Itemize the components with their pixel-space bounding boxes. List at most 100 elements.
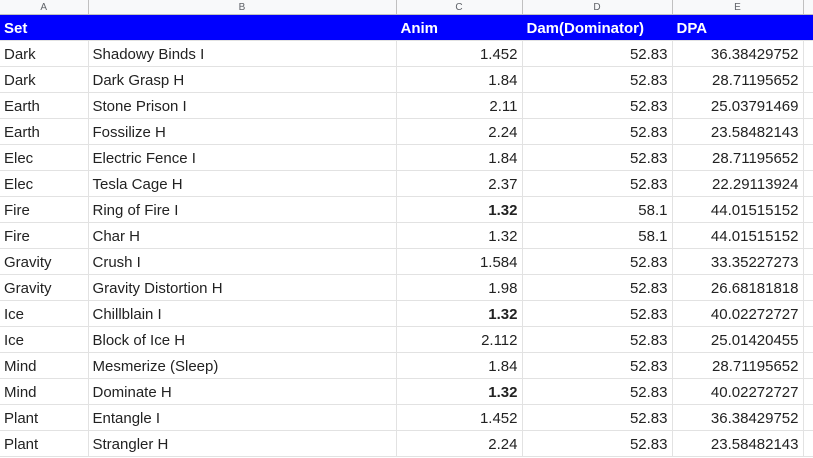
dpa-cell[interactable]: 26.68181818 xyxy=(672,274,804,301)
dpa-cell[interactable]: 36.38429752 xyxy=(672,40,804,67)
anim-cell[interactable]: 2.37 xyxy=(396,170,523,197)
anim-cell[interactable]: 2.24 xyxy=(396,430,523,457)
dpa-cell[interactable]: 28.71195652 xyxy=(672,352,804,379)
spreadsheet-grid: A B C D E Set Anim Dam(Dominator) DPA Da… xyxy=(0,0,813,457)
anim-cell[interactable]: 1.32 xyxy=(396,378,523,405)
header-dpa-cell[interactable]: DPA xyxy=(672,14,804,41)
set-cell[interactable]: Mind xyxy=(0,352,89,379)
set-cell[interactable]: Earth xyxy=(0,118,89,145)
column-header-a[interactable]: A xyxy=(0,0,89,15)
dpa-cell[interactable]: 44.01515152 xyxy=(672,196,804,223)
row-overflow-cell xyxy=(803,274,813,301)
anim-cell[interactable]: 1.98 xyxy=(396,274,523,301)
damage-cell[interactable]: 52.83 xyxy=(522,378,673,405)
damage-cell[interactable]: 52.83 xyxy=(522,40,673,67)
anim-cell[interactable]: 2.112 xyxy=(396,326,523,353)
set-cell[interactable]: Ice xyxy=(0,300,89,327)
set-cell[interactable]: Dark xyxy=(0,66,89,93)
anim-cell[interactable]: 2.24 xyxy=(396,118,523,145)
set-cell[interactable]: Gravity xyxy=(0,248,89,275)
damage-cell[interactable]: 52.83 xyxy=(522,404,673,431)
header-damage-cell[interactable]: Dam(Dominator) xyxy=(522,14,673,41)
set-cell[interactable]: Dark xyxy=(0,40,89,67)
damage-cell[interactable]: 52.83 xyxy=(522,326,673,353)
table-row: Earth Stone Prison I 2.11 52.83 25.03791469 xyxy=(0,92,813,119)
damage-cell[interactable]: 52.83 xyxy=(522,170,673,197)
column-header-c[interactable]: C xyxy=(396,0,523,15)
damage-cell[interactable]: 52.83 xyxy=(522,274,673,301)
power-cell[interactable]: Crush I xyxy=(88,248,397,275)
dpa-cell[interactable]: 36.38429752 xyxy=(672,404,804,431)
set-cell[interactable]: Fire xyxy=(0,196,89,223)
column-header-e[interactable]: E xyxy=(672,0,804,15)
dpa-cell[interactable]: 40.02272727 xyxy=(672,300,804,327)
table-row: Dark Dark Grasp H 1.84 52.83 28.71195652 xyxy=(0,66,813,93)
header-set-cell[interactable]: Set xyxy=(0,14,89,41)
power-cell[interactable]: Char H xyxy=(88,222,397,249)
power-cell[interactable]: Strangler H xyxy=(88,430,397,457)
power-cell[interactable]: Fossilize H xyxy=(88,118,397,145)
dpa-cell[interactable]: 28.71195652 xyxy=(672,66,804,93)
table-row: Gravity Gravity Distortion H 1.98 52.83 26.6… xyxy=(0,274,813,301)
anim-cell[interactable]: 1.84 xyxy=(396,352,523,379)
dpa-cell[interactable]: 28.71195652 xyxy=(672,144,804,171)
damage-cell[interactable]: 52.83 xyxy=(522,248,673,275)
damage-cell[interactable]: 52.83 xyxy=(522,352,673,379)
set-cell[interactable]: Ice xyxy=(0,326,89,353)
column-header-b[interactable]: B xyxy=(88,0,397,15)
damage-cell[interactable]: 52.83 xyxy=(522,300,673,327)
power-cell[interactable]: Mesmerize (Sleep) xyxy=(88,352,397,379)
damage-cell[interactable]: 52.83 xyxy=(522,430,673,457)
set-cell[interactable]: Elec xyxy=(0,170,89,197)
row-overflow-cell xyxy=(803,222,813,249)
table-row: Elec Tesla Cage H 2.37 52.83 22.29113924 xyxy=(0,170,813,197)
anim-cell[interactable]: 1.452 xyxy=(396,40,523,67)
anim-cell[interactable]: 1.84 xyxy=(396,66,523,93)
column-header-d[interactable]: D xyxy=(522,0,673,15)
power-cell[interactable]: Entangle I xyxy=(88,404,397,431)
table-row: Plant Strangler H 2.24 52.83 23.58482143 xyxy=(0,430,813,457)
anim-cell[interactable]: 2.11 xyxy=(396,92,523,119)
anim-cell[interactable]: 1.32 xyxy=(396,196,523,223)
table-row: Plant Entangle I 1.452 52.83 36.38429752 xyxy=(0,404,813,431)
row-overflow-cell xyxy=(803,196,813,223)
anim-cell[interactable]: 1.32 xyxy=(396,222,523,249)
power-cell[interactable]: Block of Ice H xyxy=(88,326,397,353)
power-cell[interactable]: Dominate H xyxy=(88,378,397,405)
dpa-cell[interactable]: 23.58482143 xyxy=(672,430,804,457)
dpa-cell[interactable]: 22.29113924 xyxy=(672,170,804,197)
dpa-cell[interactable]: 40.02272727 xyxy=(672,378,804,405)
anim-cell[interactable]: 1.32 xyxy=(396,300,523,327)
power-cell[interactable]: Shadowy Binds I xyxy=(88,40,397,67)
dpa-cell[interactable]: 25.01420455 xyxy=(672,326,804,353)
set-cell[interactable]: Fire xyxy=(0,222,89,249)
set-cell[interactable]: Gravity xyxy=(0,274,89,301)
set-cell[interactable]: Earth xyxy=(0,92,89,119)
damage-cell[interactable]: 52.83 xyxy=(522,118,673,145)
power-cell[interactable]: Tesla Cage H xyxy=(88,170,397,197)
anim-cell[interactable]: 1.452 xyxy=(396,404,523,431)
set-cell[interactable]: Mind xyxy=(0,378,89,405)
power-cell[interactable]: Chillblain I xyxy=(88,300,397,327)
damage-cell[interactable]: 58.1 xyxy=(522,222,673,249)
power-cell[interactable]: Ring of Fire I xyxy=(88,196,397,223)
damage-cell[interactable]: 52.83 xyxy=(522,144,673,171)
dpa-cell[interactable]: 33.35227273 xyxy=(672,248,804,275)
dpa-cell[interactable]: 25.03791469 xyxy=(672,92,804,119)
set-cell[interactable]: Plant xyxy=(0,404,89,431)
header-anim-cell[interactable]: Anim xyxy=(396,14,523,41)
power-cell[interactable]: Stone Prison I xyxy=(88,92,397,119)
set-cell[interactable]: Plant xyxy=(0,430,89,457)
power-cell[interactable]: Electric Fence I xyxy=(88,144,397,171)
power-cell[interactable]: Dark Grasp H xyxy=(88,66,397,93)
power-cell[interactable]: Gravity Distortion H xyxy=(88,274,397,301)
set-cell[interactable]: Elec xyxy=(0,144,89,171)
anim-cell[interactable]: 1.84 xyxy=(396,144,523,171)
dpa-cell[interactable]: 23.58482143 xyxy=(672,118,804,145)
damage-cell[interactable]: 52.83 xyxy=(522,92,673,119)
header-power-cell[interactable] xyxy=(88,14,397,41)
dpa-cell[interactable]: 44.01515152 xyxy=(672,222,804,249)
damage-cell[interactable]: 52.83 xyxy=(522,66,673,93)
damage-cell[interactable]: 58.1 xyxy=(522,196,673,223)
anim-cell[interactable]: 1.584 xyxy=(396,248,523,275)
